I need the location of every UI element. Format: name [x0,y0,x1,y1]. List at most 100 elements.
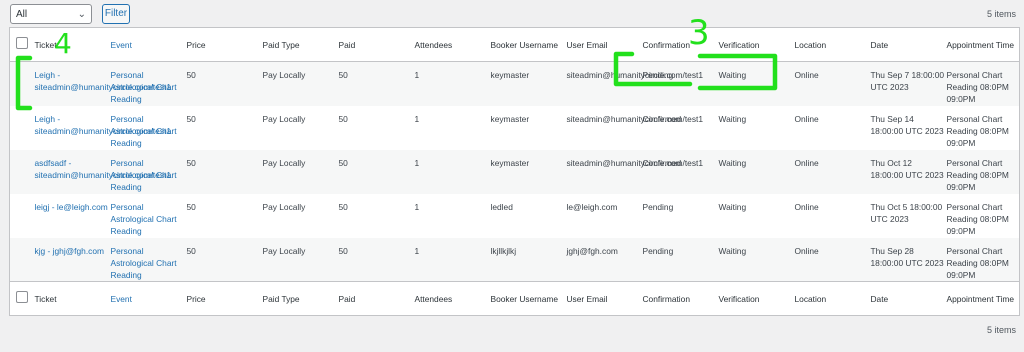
confirmation-cell: Pending [642,245,674,256]
date-cell: Thu Sep 28 18:00:00 UTC 2023 [870,245,944,268]
price-cell: 50 [186,70,196,80]
booker-cell: lkjllkjlkj [490,245,517,256]
table-row: Leigh - siteadmin@humanitycircle.com/tes… [9,61,1020,106]
select-all-checkbox-cell-footer [10,282,35,316]
table-row: Leigh - siteadmin@humanitycircle.com/tes… [10,106,1020,150]
booker-cell: keymaster [490,70,530,80]
location-cell: Online [794,113,819,124]
table-row: kjg - jghj@fgh.com Personal Astrological … [9,237,1020,282]
email-cell: jghj@fgh.com [566,245,618,256]
confirmation-cell: Confirmed [642,157,682,168]
ticket-cell[interactable]: Leigh - siteadmin@humanitycircle.com/tes… [35,106,172,150]
ticket-cell[interactable]: leigj - le@leigh.com [35,194,111,238]
table-header-row: Ticket Event Price Paid Type Paid Attend… [9,28,1020,62]
paid-cell: 50 [338,113,348,124]
col-paid: Paid [338,39,356,50]
appointment-time-cell: Personal Chart Reading 08:0PM 09:0PM [946,245,1009,280]
attendees-cell: 1 [414,113,420,124]
row-checkbox-cell [10,150,35,194]
appointment-time-cell: Personal Chart Reading 08:0PM 09:0PM [946,70,1009,104]
appointment-time-cell: Personal Chart Reading 08:0PM 09:0PM [946,157,1009,192]
location-cell: Online [794,245,819,256]
select-all-checkbox[interactable] [16,37,28,49]
paid-cell: 50 [338,201,348,212]
attendees-cell: 1 [414,245,420,256]
date-cell: Thu Oct 12 18:00:00 UTC 2023 [870,157,944,180]
bookings-table: Ticket Event Price Paid Type Paid Attend… [9,27,1020,316]
table-row: leigj - le@leigh.com Personal Astrologica… [10,194,1020,238]
paid-cell: 50 [338,157,348,168]
col-paid-type-footer: Paid Type [262,293,300,304]
row-checkbox-cell [10,106,35,150]
confirmation-filter-select[interactable]: All Confirmations ⌄ [10,4,92,40]
select-all-checkbox-cell [10,28,35,62]
items-count-bottom: 5 items [986,325,1016,335]
col-attendees: Attendees [414,39,453,50]
row-checkbox-cell [10,238,35,282]
price-cell: 50 [186,245,196,256]
paid-type-cell: Pay Locally [262,157,306,168]
table-footer-row: Ticket Event Price Paid Type Paid Attend… [9,281,1020,316]
col-event-footer[interactable]: Event [111,282,187,316]
col-ticket: Ticket [34,39,57,50]
email-cell: le@leigh.com [566,201,618,212]
location-cell: Online [794,157,819,168]
row-checkbox-cell [10,62,35,106]
col-paid-type: Paid Type [262,39,300,50]
event-cell[interactable]: Personal Astrological Chart Reading [111,106,187,150]
email-cell: siteadmin@humanitycircle.com/test1 [566,113,704,124]
event-cell[interactable]: Personal Astrological Chart Reading [111,62,187,106]
date-cell: Thu Oct 5 18:00:00 UTC 2023 [870,201,943,224]
confirmation-cell: Confirmed [642,113,682,124]
booker-cell: keymaster [490,113,530,124]
verification-cell: Waiting [718,201,747,212]
items-count-top: 5 items [986,9,1016,19]
date-cell: Thu Sep 7 18:00:00 UTC 2023 [870,70,945,92]
appointment-time-cell: Personal Chart Reading 08:0PM 09:0PM [946,113,1009,148]
price-cell: 50 [186,157,196,168]
chevron-down-icon: ⌄ [77,9,86,20]
paid-type-cell: Pay Locally [262,113,306,124]
col-confirmation-footer: Confirmation [642,293,690,304]
event-cell[interactable]: Personal Astrological Chart Reading [111,194,187,238]
col-verification-footer: Verification [718,293,760,304]
col-location-footer: Location [794,293,827,304]
event-cell[interactable]: Personal Astrological Chart Reading [111,150,187,194]
ticket-cell[interactable]: kjg - jghj@fgh.com [35,238,111,282]
ticket-cell[interactable]: Leigh - siteadmin@humanitycircle.com/tes… [35,62,172,106]
paid-cell: 50 [338,70,348,80]
verification-cell: Waiting [718,70,747,80]
col-confirmation: Confirmation [642,39,690,50]
col-user-email-footer: User Email [566,293,608,304]
booker-cell: keymaster [490,157,530,168]
appointment-time-cell: Personal Chart Reading 08:0PM 09:0PM [946,201,1009,236]
attendees-cell: 1 [414,70,420,80]
verification-cell: Waiting [718,245,747,256]
filter-bar: All Confirmations ⌄ Filter 5 items [0,0,1024,40]
col-user-email: User Email [566,39,608,50]
ticket-cell[interactable]: asdfsadf - siteadmin@humanitycircle.com/… [35,150,172,194]
location-cell: Online [794,201,819,212]
col-appointment-time: Appointment Time [946,39,1015,50]
col-booker-username-footer: Booker Username [490,293,559,304]
verification-cell: Waiting [718,157,747,168]
paid-type-cell: Pay Locally [262,201,306,212]
col-price-footer: Price [186,293,206,304]
col-appointment-time-footer: Appointment Time [946,293,1015,304]
confirmation-cell: Pending [642,201,674,212]
col-verification: Verification [718,39,760,50]
email-cell: siteadmin@humanitycircle.com/test1 [566,157,704,168]
event-cell[interactable]: Personal Astrological Chart Reading [111,238,187,282]
col-attendees-footer: Attendees [414,293,453,304]
col-date: Date [870,39,889,50]
col-event[interactable]: Event [111,28,187,62]
date-cell: Thu Sep 14 18:00:00 UTC 2023 [870,113,944,136]
location-cell: Online [794,70,819,80]
filter-button[interactable]: Filter [102,4,130,24]
row-checkbox-cell [10,194,35,238]
select-all-checkbox-footer[interactable] [16,291,28,303]
col-ticket-footer: Ticket [34,293,57,304]
paid-type-cell: Pay Locally [262,70,306,80]
price-cell: 50 [186,113,196,124]
col-location: Location [794,39,827,50]
